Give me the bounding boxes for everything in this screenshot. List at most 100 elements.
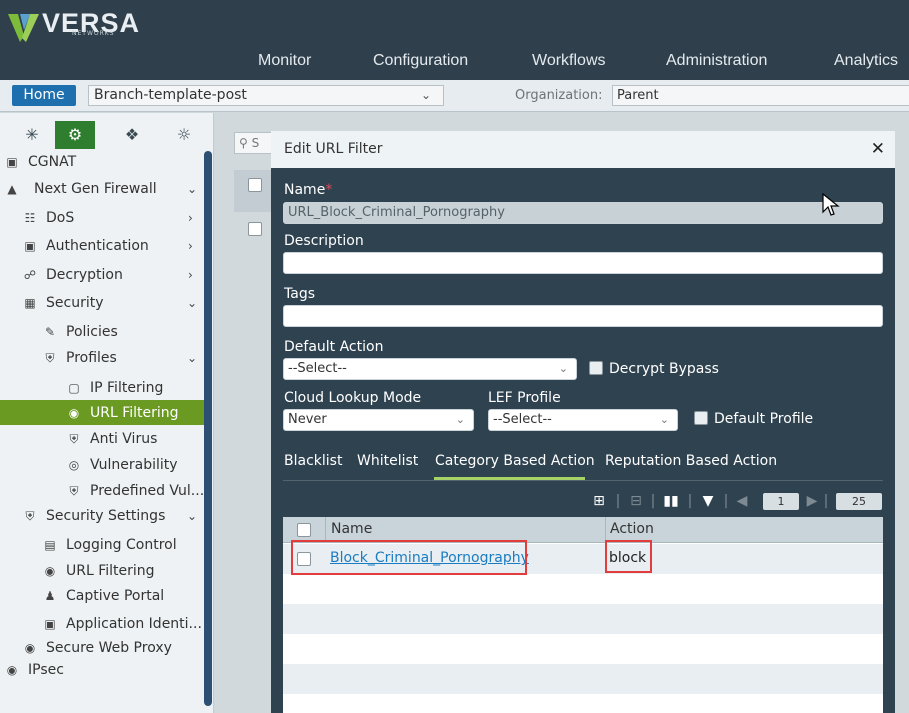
- nav-monitor[interactable]: Monitor: [258, 52, 311, 70]
- organization-field[interactable]: Parent: [612, 85, 909, 106]
- sidebar-item-profiles[interactable]: ⛨ Profiles: [42, 346, 116, 370]
- nav-analytics[interactable]: Analytics: [834, 52, 898, 70]
- toolbar-divider: |: [823, 493, 829, 509]
- chevron-right-icon[interactable]: ›: [188, 239, 193, 253]
- nav-administration[interactable]: Administration: [666, 52, 767, 70]
- versa-logo[interactable]: VERSA: [6, 8, 140, 44]
- sidebar-item-cgnat[interactable]: ▣ CGNAT: [4, 150, 76, 174]
- description-field[interactable]: [283, 252, 883, 274]
- sidebar-item-dos[interactable]: ☷ DoS: [22, 206, 75, 230]
- close-icon[interactable]: ✕: [871, 139, 885, 159]
- chevron-down-icon[interactable]: ⌄: [187, 509, 197, 523]
- sidebar-item-captive-portal[interactable]: ♟ Captive Portal: [42, 584, 165, 608]
- sidebar-item-url-filtering-settings[interactable]: ◉ URL Filtering: [42, 559, 155, 583]
- default-action-select[interactable]: --Select-- ⌄: [283, 358, 577, 380]
- category-action-grid: Name Action Block_Criminal_Pornography b…: [283, 517, 883, 713]
- sidebar-item-anti-virus[interactable]: ⛨ Anti Virus: [66, 427, 157, 451]
- filter-icon[interactable]: ▼: [699, 491, 717, 511]
- checkbox[interactable]: [589, 361, 603, 375]
- row-checkbox[interactable]: [248, 222, 262, 236]
- template-select[interactable]: Branch-template-post ⌄: [88, 85, 444, 106]
- checkbox[interactable]: [694, 411, 708, 425]
- name-field[interactable]: URL_Block_Criminal_Pornography: [283, 202, 883, 224]
- sidebar-item-logging-control[interactable]: ▤ Logging Control: [42, 533, 176, 557]
- chevron-down-icon[interactable]: ⌄: [187, 296, 197, 310]
- settings-globe-icon[interactable]: ☼: [164, 121, 204, 149]
- sidebar-item-security[interactable]: ▦ Security: [22, 291, 103, 315]
- template-select-value: Branch-template-post: [94, 87, 247, 103]
- table-row: [283, 664, 883, 694]
- remove-icon[interactable]: ⊟: [627, 491, 645, 511]
- select-all-checkbox[interactable]: [248, 178, 262, 192]
- sidebar-item-ip-filtering[interactable]: ▢ IP Filtering: [66, 376, 163, 400]
- select-all-checkbox[interactable]: [297, 523, 311, 537]
- sidebar-item-url-filtering[interactable]: ◉ URL Filtering: [66, 401, 179, 425]
- tags-field[interactable]: [283, 305, 883, 327]
- toolbar-divider: |: [650, 493, 656, 509]
- next-page-icon[interactable]: ▶: [805, 491, 819, 511]
- table-row: [283, 604, 883, 634]
- previous-page-icon[interactable]: ◀: [735, 491, 749, 511]
- chevron-down-icon: ⌄: [558, 362, 568, 375]
- chevron-down-icon[interactable]: ⌄: [187, 351, 197, 365]
- add-icon[interactable]: ⊞: [590, 491, 608, 511]
- brand-sub: NETWORKS: [72, 30, 115, 37]
- tab-reputation-based-action[interactable]: Reputation Based Action: [605, 453, 777, 469]
- shield-icon: ⛨: [69, 432, 79, 446]
- home-button[interactable]: Home: [12, 85, 76, 106]
- sidebar-item-security-settings[interactable]: ⛨ Security Settings: [22, 504, 165, 528]
- name-label: Name*: [284, 182, 333, 198]
- nav-configuration[interactable]: Configuration: [373, 52, 468, 70]
- nav-workflows[interactable]: Workflows: [532, 52, 606, 70]
- security-icon: ▦: [24, 296, 36, 310]
- globe-icon: ◉: [68, 406, 80, 420]
- dialog-title: Edit URL Filter: [284, 141, 383, 157]
- columns-icon[interactable]: ▮▮: [662, 491, 680, 511]
- target-icon: ◎: [68, 458, 80, 472]
- shield-icon: ⛨: [45, 351, 55, 365]
- tags-label: Tags: [284, 286, 315, 302]
- sidebar-scrollbar[interactable]: [204, 151, 212, 706]
- chevron-right-icon[interactable]: ›: [188, 268, 193, 282]
- sidebar-item-policies[interactable]: ✎ Policies: [42, 320, 118, 344]
- organization-label: Organization:: [515, 88, 603, 103]
- cloud-lookup-mode-select[interactable]: Never ⌄: [283, 409, 474, 431]
- network-icon[interactable]: ✳: [12, 121, 52, 149]
- decrypt-bypass-checkbox[interactable]: Decrypt Bypass: [589, 361, 719, 377]
- page-size[interactable]: 25: [836, 493, 882, 510]
- chevron-down-icon: ⌄: [420, 88, 431, 102]
- column-header-name[interactable]: Name: [331, 521, 372, 537]
- tab-divider: [283, 480, 883, 481]
- policy-icon: ✎: [44, 325, 56, 339]
- chevron-down-icon: ⌄: [455, 413, 465, 426]
- gear-icon[interactable]: ⚙: [55, 121, 95, 149]
- toolbar-divider: |: [723, 493, 729, 509]
- sidebar-item-next-gen-firewall[interactable]: ▲ Next Gen Firewall: [4, 177, 156, 201]
- chevron-down-icon: ⌄: [659, 413, 669, 426]
- sidebar-item-vulnerability[interactable]: ◎ Vulnerability: [66, 453, 178, 477]
- sidebar-item-predefined-vul[interactable]: ⛨ Predefined Vul...: [66, 479, 204, 503]
- cube-icon[interactable]: ❖: [112, 121, 152, 149]
- tab-whitelist[interactable]: Whitelist: [357, 453, 418, 469]
- lef-profile-select[interactable]: --Select-- ⌄: [488, 409, 678, 431]
- default-profile-checkbox[interactable]: Default Profile: [694, 411, 813, 427]
- log-icon: ▤: [44, 538, 56, 552]
- page-number[interactable]: 1: [763, 493, 799, 510]
- grid-toolbar: ⊞ | ⊟ | ▮▮ | ▼ | ◀ 1 ▶ | 25: [283, 488, 883, 516]
- search-input[interactable]: ⚲ S: [234, 132, 274, 154]
- tab-category-based-action[interactable]: Category Based Action: [435, 453, 595, 469]
- column-header-action[interactable]: Action: [610, 521, 654, 537]
- authentication-icon: ▣: [24, 239, 36, 253]
- mouse-cursor-icon: [822, 193, 840, 216]
- table-row: [283, 634, 883, 664]
- chevron-right-icon[interactable]: ›: [188, 211, 193, 225]
- globe-icon: ◉: [24, 641, 36, 655]
- sidebar-item-decryption[interactable]: ☍ Decryption: [22, 263, 123, 287]
- context-bar: Home Branch-template-post ⌄ Organization…: [0, 80, 909, 112]
- sidebar-item-authentication[interactable]: ▣ Authentication: [22, 234, 148, 258]
- tab-blacklist[interactable]: Blacklist: [284, 453, 342, 469]
- chevron-down-icon[interactable]: ⌄: [187, 182, 197, 196]
- sidebar-item-application-identification[interactable]: ▣ Application Identi...: [42, 612, 202, 636]
- sidebar-item-secure-web-proxy[interactable]: ◉ Secure Web Proxy: [22, 636, 172, 660]
- sidebar-item-ipsec[interactable]: ◉ IPsec: [4, 663, 64, 677]
